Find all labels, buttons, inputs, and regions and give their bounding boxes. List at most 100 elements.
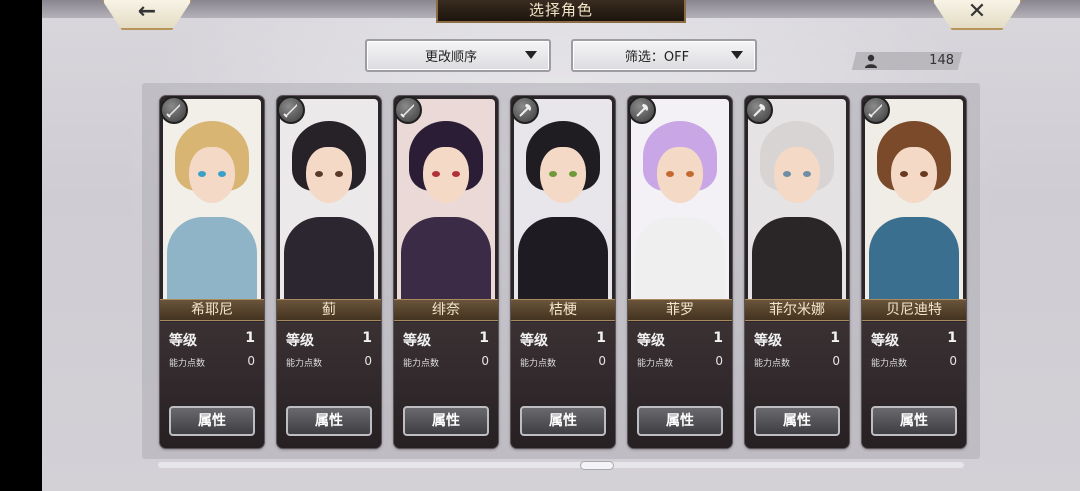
- person-icon: [865, 54, 877, 68]
- character-card[interactable]: 贝尼迪特 等级 1 能力点数 0 属性: [862, 96, 966, 448]
- level-label: 等级: [871, 333, 899, 349]
- ability-points-value: 0: [949, 354, 957, 368]
- portrait-eye: [432, 171, 440, 177]
- portrait-eye: [452, 171, 460, 177]
- portrait-body: [869, 217, 959, 302]
- level-label: 等级: [520, 333, 548, 349]
- character-card[interactable]: 绯奈 等级 1 能力点数 0 属性: [394, 96, 498, 448]
- level-value: 1: [479, 330, 489, 346]
- sort-dropdown[interactable]: 更改顺序: [365, 39, 551, 72]
- level-label: 等级: [169, 333, 197, 349]
- character-card[interactable]: 桔梗 等级 1 能力点数 0 属性: [511, 96, 615, 448]
- chevron-down-icon: [525, 51, 537, 59]
- character-stats: 等级 1 能力点数 0 属性: [745, 322, 849, 448]
- level-label: 等级: [286, 333, 314, 349]
- character-portrait: [280, 99, 378, 302]
- ability-points-label: 能力点数: [286, 359, 323, 369]
- attribute-button[interactable]: 属性: [637, 406, 723, 436]
- attribute-button[interactable]: 属性: [871, 406, 957, 436]
- character-card[interactable]: 菲罗 等级 1 能力点数 0 属性: [628, 96, 732, 448]
- back-button[interactable]: ←: [102, 0, 192, 30]
- portrait-body: [284, 217, 374, 302]
- game-screen: ← 选择角色 ✕ 更改顺序 筛选：OFF 148 希耶尼 等级 1 能力点数 0…: [42, 0, 1080, 491]
- character-name: 菲尔米娜: [745, 299, 849, 321]
- sword-icon: [277, 96, 305, 124]
- portrait-body: [167, 217, 257, 302]
- portrait-body: [635, 217, 725, 302]
- ability-points-label: 能力点数: [169, 359, 206, 369]
- attribute-button[interactable]: 属性: [403, 406, 489, 436]
- character-name: 希耶尼: [160, 299, 264, 321]
- horizontal-scrollbar[interactable]: [158, 462, 964, 468]
- character-card[interactable]: 蓟 等级 1 能力点数 0 属性: [277, 96, 381, 448]
- close-button[interactable]: ✕: [932, 0, 1022, 30]
- portrait-eye: [666, 171, 674, 177]
- character-stats: 等级 1 能力点数 0 属性: [394, 322, 498, 448]
- portrait-face: [774, 147, 820, 203]
- ability-points-label: 能力点数: [754, 359, 791, 369]
- filter-dropdown-label: 筛选：OFF: [624, 50, 690, 65]
- sort-dropdown-label: 更改顺序: [424, 50, 477, 65]
- portrait-eye: [783, 171, 791, 177]
- ability-points-label: 能力点数: [520, 359, 557, 369]
- portrait-body: [752, 217, 842, 302]
- character-stats: 等级 1 能力点数 0 属性: [628, 322, 732, 448]
- character-portrait: [514, 99, 612, 302]
- ability-points-label: 能力点数: [871, 359, 908, 369]
- axe-icon: [745, 96, 773, 124]
- character-name: 菲罗: [628, 299, 732, 321]
- portrait-eye: [900, 171, 908, 177]
- ability-points-label: 能力点数: [403, 359, 440, 369]
- character-portrait: [631, 99, 729, 302]
- ability-points-value: 0: [598, 354, 606, 368]
- sword-icon: [160, 96, 188, 124]
- portrait-eye: [218, 171, 226, 177]
- scrollbar-thumb[interactable]: [580, 461, 614, 470]
- ability-points-value: 0: [364, 354, 372, 368]
- close-icon: ✕: [967, 0, 987, 24]
- portrait-eye: [315, 171, 323, 177]
- character-portrait: [397, 99, 495, 302]
- back-arrow-icon: ←: [137, 0, 157, 24]
- portrait-face: [540, 147, 586, 203]
- sword-icon: [394, 96, 422, 124]
- portrait-eye: [198, 171, 206, 177]
- portrait-face: [306, 147, 352, 203]
- character-portrait: [748, 99, 846, 302]
- character-name: 桔梗: [511, 299, 615, 321]
- character-name: 绯奈: [394, 299, 498, 321]
- portrait-eye: [803, 171, 811, 177]
- attribute-button[interactable]: 属性: [286, 406, 372, 436]
- character-card[interactable]: 希耶尼 等级 1 能力点数 0 属性: [160, 96, 264, 448]
- chevron-down-icon: [731, 51, 743, 59]
- page-title: 选择角色: [436, 0, 686, 23]
- character-name: 蓟: [277, 299, 381, 321]
- portrait-face: [657, 147, 703, 203]
- character-stats: 等级 1 能力点数 0 属性: [277, 322, 381, 448]
- level-label: 等级: [403, 333, 431, 349]
- portrait-body: [401, 217, 491, 302]
- character-portrait: [163, 99, 261, 302]
- filter-dropdown[interactable]: 筛选：OFF: [571, 39, 757, 72]
- portrait-face: [423, 147, 469, 203]
- character-count: 148: [929, 53, 954, 68]
- character-stats: 等级 1 能力点数 0 属性: [862, 322, 966, 448]
- level-value: 1: [830, 330, 840, 346]
- level-label: 等级: [637, 333, 665, 349]
- level-value: 1: [596, 330, 606, 346]
- character-name: 贝尼迪特: [862, 299, 966, 321]
- attribute-button[interactable]: 属性: [754, 406, 840, 436]
- ability-points-value: 0: [247, 354, 255, 368]
- axe-icon: [511, 96, 539, 124]
- character-card[interactable]: 菲尔米娜 等级 1 能力点数 0 属性: [745, 96, 849, 448]
- character-stats: 等级 1 能力点数 0 属性: [160, 322, 264, 448]
- character-stats: 等级 1 能力点数 0 属性: [511, 322, 615, 448]
- axe-icon: [628, 96, 656, 124]
- portrait-eye: [549, 171, 557, 177]
- portrait-face: [189, 147, 235, 203]
- ability-points-value: 0: [481, 354, 489, 368]
- attribute-button[interactable]: 属性: [169, 406, 255, 436]
- ability-points-value: 0: [715, 354, 723, 368]
- attribute-button[interactable]: 属性: [520, 406, 606, 436]
- portrait-eye: [686, 171, 694, 177]
